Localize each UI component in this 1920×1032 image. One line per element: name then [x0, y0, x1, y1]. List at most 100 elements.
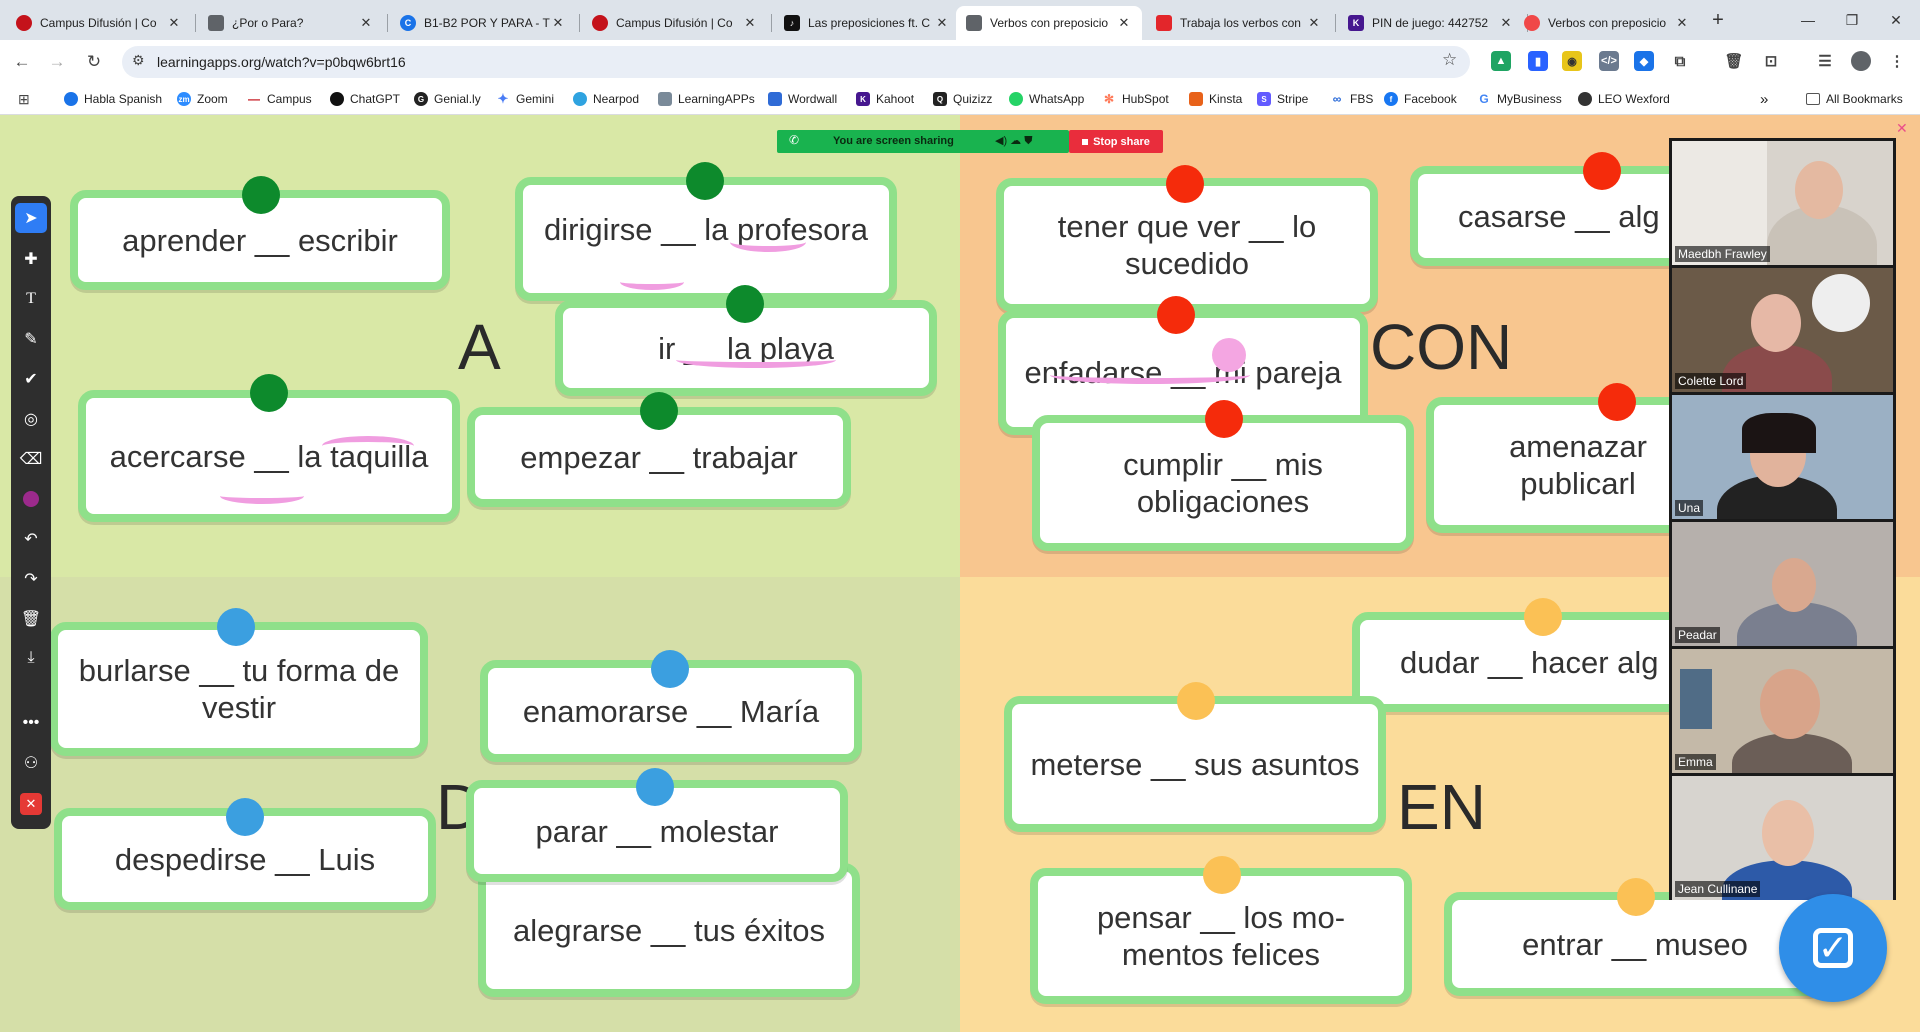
- bookmark-fbs[interactable]: ∞ FBS: [1330, 90, 1374, 108]
- menu-kebab-icon[interactable]: ⋮: [1887, 51, 1907, 71]
- participant-video[interactable]: Colette Lord: [1672, 268, 1893, 392]
- close-icon[interactable]: ✕: [1116, 15, 1132, 31]
- google-icon: G: [1479, 92, 1489, 106]
- extensions-puzzle-icon[interactable]: ⧉: [1670, 51, 1690, 71]
- campus-favicon-icon: [16, 15, 32, 31]
- browser-tab-4[interactable]: Campus Difusión | Co ✕: [582, 6, 768, 40]
- participant-video[interactable]: Jean Cullinane: [1672, 776, 1893, 900]
- word-card[interactable]: amenazar publicarl: [1426, 397, 1700, 533]
- quizizz-icon: Q: [933, 92, 947, 106]
- bookmark-star-icon[interactable]: ☆: [1442, 50, 1457, 70]
- participant-video[interactable]: Emma: [1672, 649, 1893, 773]
- move-icon[interactable]: ✚: [15, 244, 47, 274]
- new-tab-button[interactable]: +: [1704, 6, 1732, 34]
- profile-avatar-icon[interactable]: [1851, 51, 1871, 71]
- screen-capture-icon[interactable]: ⊡: [1761, 51, 1781, 71]
- close-icon[interactable]: ✕: [934, 15, 950, 31]
- bookmark-kinsta[interactable]: Kinsta: [1189, 90, 1242, 108]
- close-icon[interactable]: ✕: [550, 15, 566, 31]
- apps-grid-icon[interactable]: ⊞: [18, 90, 30, 108]
- tab-title: PIN de juego: 442752: [1372, 16, 1489, 30]
- close-icon[interactable]: ✕: [1306, 15, 1322, 31]
- download-icon[interactable]: ⤓: [15, 643, 47, 673]
- browser-tab-8[interactable]: K PIN de juego: 442752 ✕: [1338, 6, 1524, 40]
- spotlight-icon[interactable]: ◎: [15, 404, 47, 434]
- card-pin: [1524, 598, 1562, 636]
- card-pin: [651, 650, 689, 688]
- text-icon[interactable]: T: [15, 284, 47, 314]
- bookmark-wordwall[interactable]: Wordwall: [768, 90, 837, 108]
- bookmark-kahoot[interactable]: K Kahoot: [856, 90, 914, 108]
- annotator-icon[interactable]: ⚇: [15, 748, 47, 778]
- close-icon[interactable]: ✕: [1498, 15, 1514, 31]
- word-card[interactable]: alegrarse __ tus éxitos: [478, 863, 860, 997]
- close-icon[interactable]: ✕: [15, 789, 47, 819]
- bookmark-nearpod[interactable]: Nearpod: [573, 90, 639, 108]
- close-icon[interactable]: ✕: [358, 15, 374, 31]
- browser-tab-2[interactable]: ¿Por o Para? ✕: [198, 6, 384, 40]
- site-info-icon[interactable]: ⚙: [132, 52, 145, 69]
- bookmark-leo-wexford[interactable]: LEO Wexford: [1578, 90, 1670, 108]
- browser-tab-6-active[interactable]: Verbos con preposicio ✕: [956, 6, 1142, 40]
- url-text[interactable]: learningapps.org/watch?v=p0bqw6brt16: [157, 54, 406, 70]
- pen-icon[interactable]: ✎: [15, 324, 47, 354]
- eraser-icon[interactable]: ⌫: [15, 444, 47, 474]
- color-dot-icon[interactable]: [15, 484, 47, 514]
- gemini-sparkle-icon: ✦: [497, 91, 509, 106]
- redo-icon[interactable]: ↷: [15, 564, 47, 594]
- minimize-icon[interactable]: —: [1788, 8, 1828, 32]
- reading-list-icon[interactable]: ☰: [1815, 51, 1835, 71]
- bookmark-gemini[interactable]: ✦ Gemini: [496, 90, 554, 108]
- extension-icon[interactable]: ▮: [1528, 51, 1548, 71]
- browser-tab-3[interactable]: C B1-B2 POR Y PARA - T ✕: [390, 6, 576, 40]
- all-bookmarks-button[interactable]: All Bookmarks: [1806, 90, 1903, 108]
- bookmark-chatgpt[interactable]: ChatGPT: [330, 90, 400, 108]
- bookmark-habla-spanish[interactable]: Habla Spanish: [64, 90, 162, 108]
- bookmark-whatsapp[interactable]: WhatsApp: [1009, 90, 1084, 108]
- bookmark-campus[interactable]: — Campus: [247, 90, 312, 108]
- back-icon[interactable]: ←: [10, 50, 34, 74]
- expand-icon[interactable]: ✕: [1896, 120, 1908, 137]
- handwritten-underline: [322, 436, 414, 456]
- browser-tab-1[interactable]: Campus Difusión | Co ✕: [6, 6, 192, 40]
- window-close-icon[interactable]: ✕: [1876, 8, 1916, 32]
- more-icon[interactable]: •••: [15, 708, 47, 738]
- forward-icon[interactable]: →: [45, 50, 69, 74]
- stop-icon: [1082, 138, 1089, 145]
- page-favicon-icon: [966, 15, 982, 31]
- code-extension-icon[interactable]: </>: [1599, 51, 1619, 71]
- select-icon[interactable]: ➤: [15, 203, 47, 233]
- restore-icon[interactable]: ❐: [1832, 8, 1872, 32]
- check-answers-button[interactable]: ✓: [1779, 894, 1887, 1002]
- reload-icon[interactable]: ↻: [82, 50, 106, 74]
- close-icon[interactable]: ✕: [742, 15, 758, 31]
- campus-favicon-icon: [592, 15, 608, 31]
- trash-icon[interactable]: 🗑: [15, 604, 47, 634]
- word-card[interactable]: casarse __ alg: [1410, 166, 1700, 266]
- bookmark-mybusiness[interactable]: G MyBusiness: [1477, 90, 1561, 108]
- undo-icon[interactable]: ↶: [15, 524, 47, 554]
- browser-tab-5[interactable]: ♪ Las preposiciones ft. C ✕: [774, 6, 960, 40]
- bookmark-quizizz[interactable]: Q Quizizz: [933, 90, 992, 108]
- trash-icon[interactable]: 🗑: [1724, 51, 1744, 71]
- participant-video[interactable]: Maedbh Frawley: [1672, 141, 1893, 265]
- bookmark-hubspot[interactable]: ✻ HubSpot: [1102, 90, 1169, 108]
- drive-extension-icon[interactable]: ▲: [1491, 51, 1511, 71]
- close-icon[interactable]: ✕: [1674, 15, 1690, 31]
- stop-share-button[interactable]: Stop share: [1069, 130, 1163, 153]
- extension-icon[interactable]: ◆: [1634, 51, 1654, 71]
- participant-video[interactable]: Una: [1672, 395, 1893, 519]
- extension-icon[interactable]: ◉: [1562, 51, 1582, 71]
- bookmark-learningapps[interactable]: LearningAPPs: [658, 90, 755, 108]
- bookmark-stripe[interactable]: S Stripe: [1257, 90, 1308, 108]
- card-pin: [1598, 383, 1636, 421]
- browser-tab-9[interactable]: Verbos con preposicio ✕: [1514, 6, 1700, 40]
- check-icon[interactable]: ✔: [15, 364, 47, 394]
- bookmark-genially[interactable]: G Genial.ly: [414, 90, 481, 108]
- bookmark-zoom[interactable]: zm Zoom: [177, 90, 228, 108]
- close-icon[interactable]: ✕: [166, 15, 182, 31]
- bookmarks-overflow-button[interactable]: »: [1760, 90, 1768, 108]
- participant-video[interactable]: Peadar: [1672, 522, 1893, 646]
- bookmark-facebook[interactable]: f Facebook: [1384, 90, 1457, 108]
- browser-tab-7[interactable]: Trabaja los verbos con ✕: [1146, 6, 1332, 40]
